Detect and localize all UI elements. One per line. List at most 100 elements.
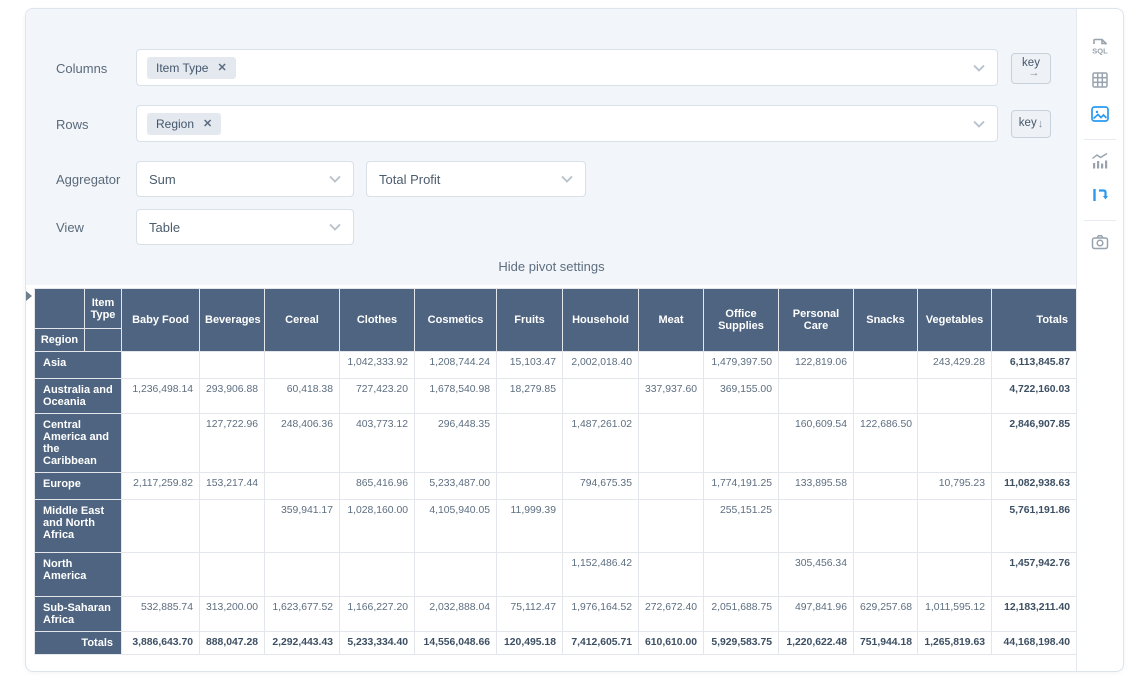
aggregator-label: Aggregator (56, 172, 120, 187)
row-total-cell: 12,183,211.40 (992, 597, 1077, 632)
table-icon[interactable] (1085, 65, 1115, 95)
pivot-table-body: Asia1,042,333.921,208,744.2415,103.472,0… (35, 352, 1077, 655)
row-header-cell: Asia (35, 352, 122, 379)
table-cell: 1,976,164.52 (563, 597, 639, 632)
table-cell: 1,678,540.98 (415, 379, 497, 414)
table-cell (200, 553, 265, 597)
table-cell: 160,609.54 (779, 414, 854, 473)
rows-tag: Region ✕ (147, 113, 221, 135)
aggregator-select[interactable]: Sum (136, 161, 354, 197)
table-cell: 243,429.28 (918, 352, 992, 379)
table-cell: 11,999.39 (497, 500, 563, 553)
arrow-down-icon: ↓ (1038, 119, 1044, 130)
arrow-right-icon: → (1029, 68, 1040, 79)
image-icon[interactable] (1085, 99, 1115, 129)
rows-select[interactable]: Region ✕ (136, 105, 998, 142)
table-cell (639, 553, 704, 597)
table-cell: 1,152,486.42 (563, 553, 639, 597)
table-row: Europe2,117,259.82153,217.44865,416.965,… (35, 473, 1077, 500)
table-cell: 2,002,018.40 (563, 352, 639, 379)
row-total-cell: 1,457,942.76 (992, 553, 1077, 597)
table-cell (122, 553, 200, 597)
totals-cell: 751,944.18 (854, 632, 918, 655)
totals-cell: 2,292,443.43 (265, 632, 340, 655)
totals-cell: 120,495.18 (497, 632, 563, 655)
table-cell (918, 414, 992, 473)
column-axis-label: Item Type (85, 289, 122, 329)
aggregator-field-select[interactable]: Total Profit (366, 161, 586, 197)
table-cell (415, 553, 497, 597)
table-cell: 296,448.35 (415, 414, 497, 473)
view-select[interactable]: Table (136, 209, 354, 245)
table-cell (854, 352, 918, 379)
chevron-down-icon (973, 120, 985, 128)
table-cell: 1,487,261.02 (563, 414, 639, 473)
table-cell: 133,895.58 (779, 473, 854, 500)
table-cell: 1,774,191.25 (704, 473, 779, 500)
column-header-cell: Household (563, 289, 639, 352)
table-cell (200, 352, 265, 379)
totals-column-header: Totals (992, 289, 1077, 352)
table-cell (704, 414, 779, 473)
row-header-cell: Middle East and North Africa (35, 500, 122, 553)
row-header-cell: Europe (35, 473, 122, 500)
totals-cell: 5,929,583.75 (704, 632, 779, 655)
table-cell (497, 553, 563, 597)
table-row: Central America and the Caribbean127,722… (35, 414, 1077, 473)
corner-blank-cell (35, 289, 85, 329)
columns-sort-key-button[interactable]: key → (1011, 53, 1051, 84)
pivot-main-area: Columns Item Type ✕ key → Rows Region ✕ (26, 9, 1077, 671)
table-cell (265, 352, 340, 379)
row-total-cell: 4,722,160.03 (992, 379, 1077, 414)
table-cell: 1,208,744.24 (415, 352, 497, 379)
table-cell: 5,233,487.00 (415, 473, 497, 500)
pivot-settings-panel: Columns Item Type ✕ key → Rows Region ✕ (26, 9, 1077, 285)
totals-cell: 3,886,643.70 (122, 632, 200, 655)
table-cell (854, 473, 918, 500)
table-cell: 293,906.88 (200, 379, 265, 414)
table-row: Australia and Oceania1,236,498.14293,906… (35, 379, 1077, 414)
column-header-cell: Cosmetics (415, 289, 497, 352)
rows-sort-key-button[interactable]: key ↓ (1011, 110, 1051, 138)
table-cell: 255,151.25 (704, 500, 779, 553)
collapse-panel-handle[interactable] (26, 291, 32, 301)
table-cell: 272,672.40 (639, 597, 704, 632)
table-cell (122, 352, 200, 379)
chevron-down-icon (329, 175, 341, 183)
table-row: Asia1,042,333.921,208,744.2415,103.472,0… (35, 352, 1077, 379)
aggregator-field-value: Total Profit (379, 172, 440, 187)
columns-select[interactable]: Item Type ✕ (136, 49, 998, 86)
table-cell: 248,406.36 (265, 414, 340, 473)
view-label: View (56, 220, 84, 235)
table-cell (265, 473, 340, 500)
columns-label: Columns (56, 61, 107, 76)
sql-icon[interactable]: SQL (1085, 31, 1115, 61)
totals-cell: 1,265,819.63 (918, 632, 992, 655)
table-cell: 359,941.17 (265, 500, 340, 553)
table-cell: 337,937.60 (639, 379, 704, 414)
pivot-table-head: Item TypeBaby FoodBeveragesCerealClothes… (35, 289, 1077, 352)
table-cell (639, 352, 704, 379)
table-cell (639, 500, 704, 553)
column-header-cell: Beverages (200, 289, 265, 352)
chevron-down-icon (561, 175, 573, 183)
table-cell (854, 553, 918, 597)
column-header-cell: Vegetables (918, 289, 992, 352)
columns-tag-remove-icon[interactable]: ✕ (217, 61, 226, 74)
chart-icon[interactable] (1085, 146, 1115, 176)
row-total-cell: 6,113,845.87 (992, 352, 1077, 379)
row-header-cell: Australia and Oceania (35, 379, 122, 414)
table-cell (563, 500, 639, 553)
table-cell (918, 553, 992, 597)
table-cell: 2,117,259.82 (122, 473, 200, 500)
row-axis-label: Region (35, 329, 85, 352)
table-cell: 794,675.35 (563, 473, 639, 500)
table-cell: 122,819.06 (779, 352, 854, 379)
rows-tag-remove-icon[interactable]: ✕ (203, 117, 212, 130)
totals-cell: 14,556,048.66 (415, 632, 497, 655)
chevron-down-icon (973, 64, 985, 72)
table-cell (918, 500, 992, 553)
hide-pivot-settings-link[interactable]: Hide pivot settings (26, 259, 1077, 274)
pivot-icon[interactable] (1085, 180, 1115, 210)
camera-icon[interactable] (1085, 227, 1115, 257)
